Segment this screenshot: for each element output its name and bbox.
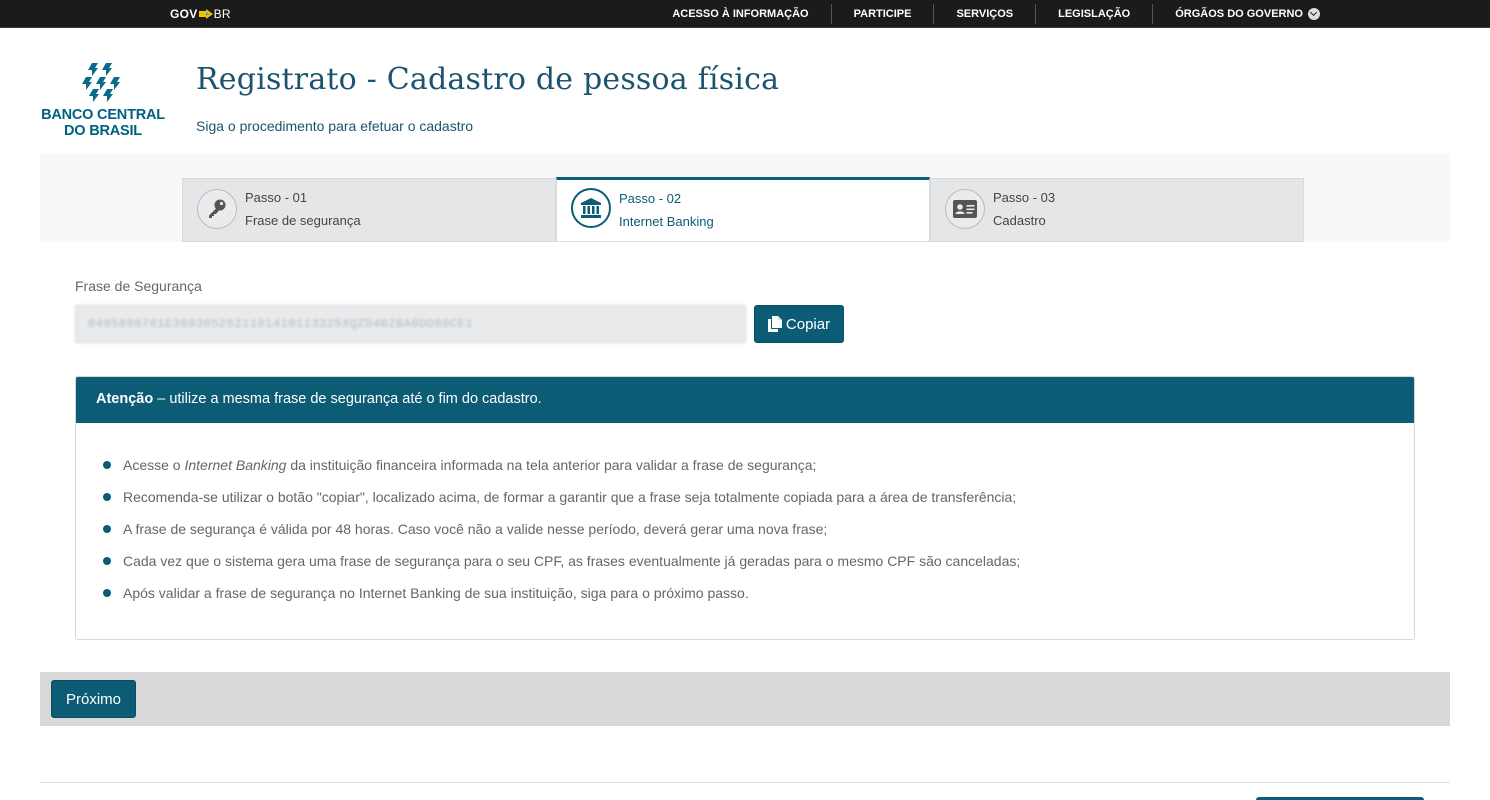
attention-box: Atenção – utilize a mesma frase de segur… xyxy=(75,376,1415,640)
list-item-text-pre: Acesse o xyxy=(123,457,185,473)
list-item: Acesse o Internet Banking da instituição… xyxy=(103,457,1020,489)
actions-bar: Próximo xyxy=(40,672,1450,726)
nav-orgaos-governo-label: ÓRGÃOS DO GOVERNO xyxy=(1175,8,1303,20)
bank-icon xyxy=(581,198,601,218)
page-title: Registrato - Cadastro de pessoa física xyxy=(196,62,780,97)
attention-message: – utilize a mesma frase de segurança até… xyxy=(153,391,542,407)
nav-participe[interactable]: PARTICIPE xyxy=(830,4,934,24)
govbr-top-bar: GOV BR ACESSO À INFORMAÇÃO PARTICIPE SER… xyxy=(0,0,1490,28)
govbr-logo-br: BR xyxy=(213,7,231,21)
copy-icon xyxy=(767,316,782,332)
step-01-circle xyxy=(197,189,237,229)
nav-orgaos-governo[interactable]: ÓRGÃOS DO GOVERNO xyxy=(1152,4,1320,24)
govbr-logo-gov: GOV xyxy=(170,7,198,21)
nav-acesso-informacao[interactable]: ACESSO À INFORMAÇÃO xyxy=(650,4,830,24)
copy-button[interactable]: Copiar xyxy=(754,305,844,343)
step-02[interactable]: Passo - 02 Internet Banking xyxy=(556,177,930,242)
list-item: A frase de segurança é válida por 48 hor… xyxy=(103,521,1020,553)
step-01-label: Frase de segurança xyxy=(245,213,361,228)
page-subtitle: Siga o procedimento para efetuar o cadas… xyxy=(196,118,474,134)
security-phrase-label: Frase de Segurança xyxy=(75,278,202,294)
bcb-logo[interactable]: BANCO CENTRAL DO BRASIL xyxy=(38,60,168,140)
step-03[interactable]: Passo - 03 Cadastro xyxy=(930,178,1304,242)
step-01[interactable]: Passo - 01 Frase de segurança xyxy=(182,178,556,242)
list-item-text-em: Internet Banking xyxy=(184,457,287,473)
list-item: Recomenda-se utilizar o botão "copiar", … xyxy=(103,489,1020,521)
list-item: Cada vez que o sistema gera uma frase de… xyxy=(103,553,1020,585)
step-03-label: Cadastro xyxy=(993,213,1046,228)
step-01-title: Passo - 01 xyxy=(245,190,308,205)
bcb-logo-line2: DO BRASIL xyxy=(64,123,142,139)
list-item: Após validar a frase de segurança no Int… xyxy=(103,585,1020,617)
instructions-list: Acesse o Internet Banking da instituição… xyxy=(103,457,1020,617)
attention-header: Atenção – utilize a mesma frase de segur… xyxy=(76,377,1414,423)
govbr-logo[interactable]: GOV BR xyxy=(170,6,231,22)
govbr-arrow-icon xyxy=(198,9,213,19)
list-item-text-post: da instituição financeira informada na t… xyxy=(286,457,817,473)
security-phrase-field[interactable]: 0495888761E3603052521101410113325XQZD4B2… xyxy=(75,305,746,343)
gov-nav: ACESSO À INFORMAÇÃO PARTICIPE SERVIÇOS L… xyxy=(650,0,1320,28)
step-content: Frase de Segurança 0495888761E3603052521… xyxy=(40,242,1450,672)
chevron-down-icon xyxy=(1308,8,1320,20)
step-02-circle xyxy=(571,188,611,228)
bcb-logo-line1: BANCO CENTRAL xyxy=(41,107,165,123)
step-02-title: Passo - 02 xyxy=(619,191,682,206)
step-02-label: Internet Banking xyxy=(619,214,714,229)
id-card-icon xyxy=(953,200,977,218)
attention-title: Atenção xyxy=(96,391,154,407)
next-button[interactable]: Próximo xyxy=(51,680,136,718)
step-03-title: Passo - 03 xyxy=(993,190,1056,205)
key-icon xyxy=(209,199,226,218)
nav-servicos[interactable]: SERVIÇOS xyxy=(933,4,1035,24)
footer-divider xyxy=(40,782,1450,783)
stepper: Passo - 01 Frase de segurança Passo - 02… xyxy=(182,177,1308,242)
bcb-emblem-icon xyxy=(82,63,120,102)
nav-legislacao[interactable]: LEGISLAÇÃO xyxy=(1035,4,1152,24)
step-03-circle xyxy=(945,189,985,229)
registration-panel: Passo - 01 Frase de segurança Passo - 02… xyxy=(40,154,1450,726)
copy-button-label: Copiar xyxy=(785,315,831,333)
